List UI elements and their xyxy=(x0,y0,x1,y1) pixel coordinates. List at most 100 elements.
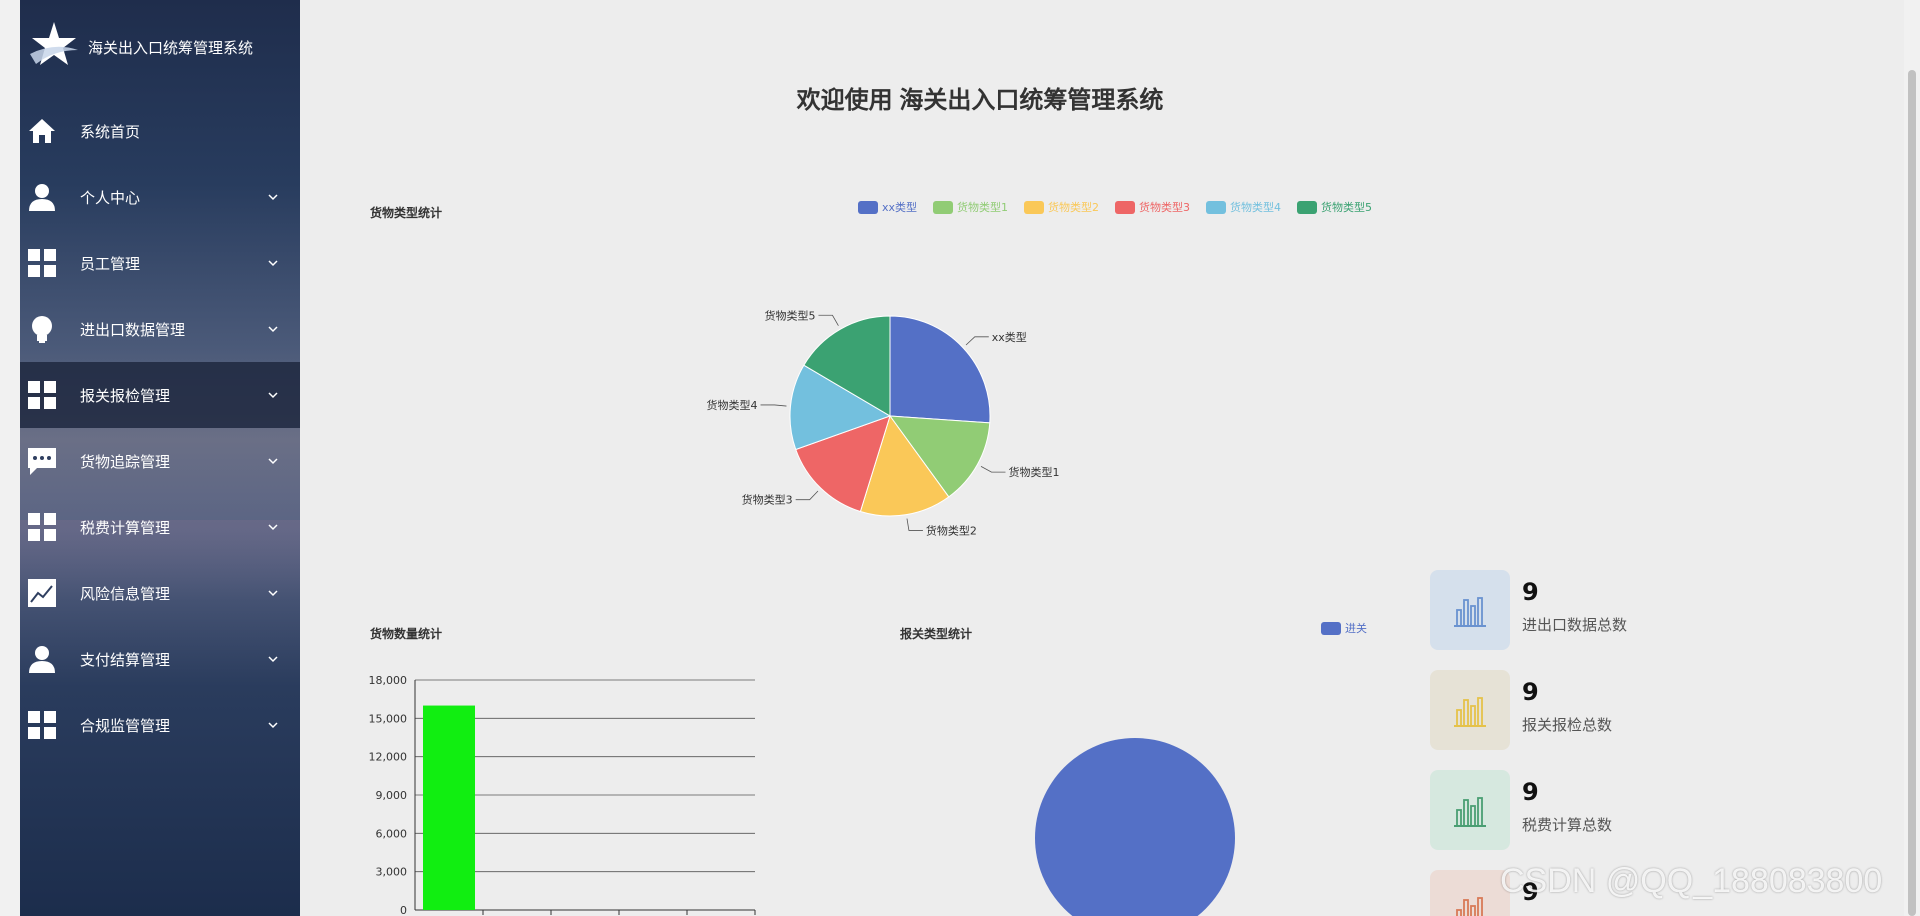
sidebar-item-compliance[interactable]: 合规监管管理 xyxy=(20,692,300,758)
sidebar-item-tax[interactable]: 税费计算管理 xyxy=(20,494,300,560)
stat-value: 9 xyxy=(1522,578,1539,606)
legend-swatch xyxy=(1024,200,1045,214)
pie-slice-label: 货物类型5 xyxy=(764,308,815,322)
legend-label: 货物类型5 xyxy=(1321,201,1373,214)
pie-slice[interactable] xyxy=(1035,738,1235,916)
y-tick-label: 0 xyxy=(400,904,407,916)
stat-label: 税费计算总数 xyxy=(1522,816,1613,834)
sidebar-item-home[interactable]: 系统首页 xyxy=(20,98,300,164)
user-icon xyxy=(26,643,58,675)
sidebar-item-label: 系统首页 xyxy=(80,122,141,141)
stat-value: 9 xyxy=(1522,778,1539,806)
vertical-scrollbar[interactable] xyxy=(1904,0,1920,916)
sidebar-item-label: 风险信息管理 xyxy=(80,584,171,603)
sidebar-item-risk[interactable]: 风险信息管理 xyxy=(20,560,300,626)
legend-item[interactable]: xx类型 xyxy=(858,199,917,215)
pie-slice-label: 货物类型3 xyxy=(742,493,793,507)
legend-item[interactable]: 货物类型1 xyxy=(933,199,1008,215)
legend-label: 货物类型1 xyxy=(957,201,1009,214)
bar-chart-icon-glyph xyxy=(1454,597,1486,627)
legend-item[interactable]: 货物类型5 xyxy=(1297,199,1372,215)
legend-label: 进关 xyxy=(1345,622,1367,635)
legend-swatch xyxy=(933,200,954,214)
goods-quantity-bar-chart[interactable]: 0 3,000 6,000 9,000 12,000 15,000 18,000 xyxy=(340,660,820,916)
stat-label: 报关报检总数 xyxy=(1522,716,1613,734)
sidebar-item-label: 支付结算管理 xyxy=(80,650,171,669)
bar-chart-icon xyxy=(1430,870,1510,916)
pie-slice-label: xx类型 xyxy=(992,330,1027,344)
grid-icon xyxy=(26,709,58,741)
pie-slice[interactable] xyxy=(889,315,991,424)
declaration-type-chart-title: 报关类型统计 xyxy=(900,627,973,641)
left-gutter xyxy=(0,0,20,916)
star-logo-icon xyxy=(30,22,78,65)
sidebar-item-payment[interactable]: 支付结算管理 xyxy=(20,626,300,692)
bar-chart-icon xyxy=(1430,670,1510,750)
y-tick-label: 15,000 xyxy=(369,712,408,725)
legend-swatch xyxy=(1297,200,1318,214)
chevron-down-icon xyxy=(268,194,278,201)
legend-swatch xyxy=(858,200,878,214)
pie-slice-label: 货物类型1 xyxy=(1008,465,1059,479)
y-tick-label: 6,000 xyxy=(376,827,408,840)
legend-item[interactable]: 进关 xyxy=(1321,620,1367,636)
y-tick-label: 18,000 xyxy=(369,674,408,687)
stat-card-import-export[interactable]: 9 进出口数据总数 xyxy=(1430,570,1730,650)
stat-card-declaration[interactable]: 9 报关报检总数 xyxy=(1430,670,1730,750)
watermark-text: CSDN @QQ_188083800 xyxy=(1500,862,1883,900)
bulb-icon xyxy=(26,313,58,345)
goods-type-legend: xx类型 货物类型1 货物类型2 货物类型3 货物类型4 货物类型5 xyxy=(858,199,1372,215)
sidebar-item-tracking[interactable]: 货物追踪管理 xyxy=(20,428,300,494)
sidebar-logo[interactable]: 海关出入口统筹管理系统 xyxy=(20,0,300,90)
chat-icon xyxy=(26,445,58,477)
legend-label: 货物类型2 xyxy=(1048,201,1100,214)
legend-swatch xyxy=(1321,621,1341,635)
pie-slice-label: 货物类型2 xyxy=(926,523,977,537)
declaration-type-legend: 进关 xyxy=(1321,620,1367,636)
goods-quantity-chart-title: 货物数量统计 xyxy=(370,627,443,641)
legend-item[interactable]: 货物类型3 xyxy=(1115,199,1190,215)
bar[interactable] xyxy=(423,705,475,910)
stat-card-tax[interactable]: 9 税费计算总数 xyxy=(1430,770,1730,850)
chevron-down-icon xyxy=(268,524,278,531)
pie-label-line xyxy=(980,466,1006,473)
bar-chart-icon-glyph xyxy=(1454,697,1486,727)
chevron-down-icon xyxy=(268,590,278,597)
pie-label-line xyxy=(760,404,787,407)
goods-type-pie-chart[interactable]: xx类型货物类型1 货物类型2 货物类型3 货物类型4 货物类型5 xyxy=(680,280,1100,550)
stat-label: 进出口数据总数 xyxy=(1522,616,1628,634)
grid-icon xyxy=(26,511,58,543)
grid-icon xyxy=(26,247,58,279)
legend-label: xx类型 xyxy=(882,201,918,214)
sidebar-item-staff[interactable]: 员工管理 xyxy=(20,230,300,296)
sidebar: 海关出入口统筹管理系统 系统首页 个人中心 员工管理 进出口数据管理 报关报检管… xyxy=(20,0,300,916)
sidebar-item-label: 税费计算管理 xyxy=(80,518,171,537)
chevron-down-icon xyxy=(268,392,278,399)
chevron-down-icon xyxy=(268,458,278,465)
sidebar-item-label: 合规监管管理 xyxy=(80,716,171,735)
legend-label: 货物类型4 xyxy=(1230,201,1282,214)
legend-item[interactable]: 货物类型2 xyxy=(1024,199,1099,215)
sidebar-item-personal[interactable]: 个人中心 xyxy=(20,164,300,230)
bar-chart-icon-glyph xyxy=(1454,797,1486,827)
pie-label-line xyxy=(906,518,923,531)
home-icon xyxy=(26,115,58,147)
scrollbar-thumb[interactable] xyxy=(1908,70,1916,916)
sidebar-item-import-export[interactable]: 进出口数据管理 xyxy=(20,296,300,362)
sidebar-item-label: 报关报检管理 xyxy=(80,386,171,405)
legend-item[interactable]: 货物类型4 xyxy=(1206,199,1281,215)
declaration-type-pie-chart[interactable] xyxy=(1000,700,1320,916)
pie-label-line xyxy=(965,336,989,346)
bar-chart-icon xyxy=(1430,770,1510,850)
legend-label: 货物类型3 xyxy=(1139,201,1191,214)
chevron-down-icon xyxy=(268,656,278,663)
sidebar-item-label: 进出口数据管理 xyxy=(80,320,186,339)
y-tick-label: 12,000 xyxy=(369,751,408,764)
system-title: 海关出入口统筹管理系统 xyxy=(88,39,254,57)
sidebar-menu: 系统首页 个人中心 员工管理 进出口数据管理 报关报检管理 货物追踪管理 税费计… xyxy=(20,98,300,758)
pie-label-line xyxy=(795,490,819,501)
chevron-down-icon xyxy=(268,722,278,729)
bar-chart-icon xyxy=(1430,570,1510,650)
sidebar-item-declaration[interactable]: 报关报检管理 xyxy=(20,362,300,428)
chevron-down-icon xyxy=(268,260,278,267)
